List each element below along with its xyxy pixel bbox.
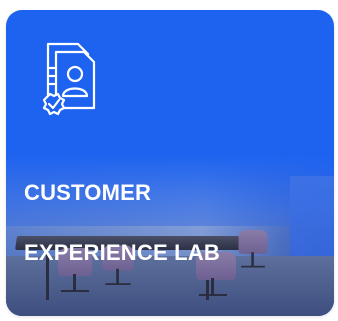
card-title-line-2: EXPERIENCE LAB [24, 240, 220, 265]
chair [238, 230, 268, 268]
card-title: CUSTOMER EXPERIENCE LAB [24, 148, 220, 298]
card-title-line-1: CUSTOMER [24, 180, 152, 205]
profile-document-certified-icon [30, 38, 106, 122]
customer-experience-lab-card[interactable]: CUSTOMER EXPERIENCE LAB [6, 10, 334, 316]
